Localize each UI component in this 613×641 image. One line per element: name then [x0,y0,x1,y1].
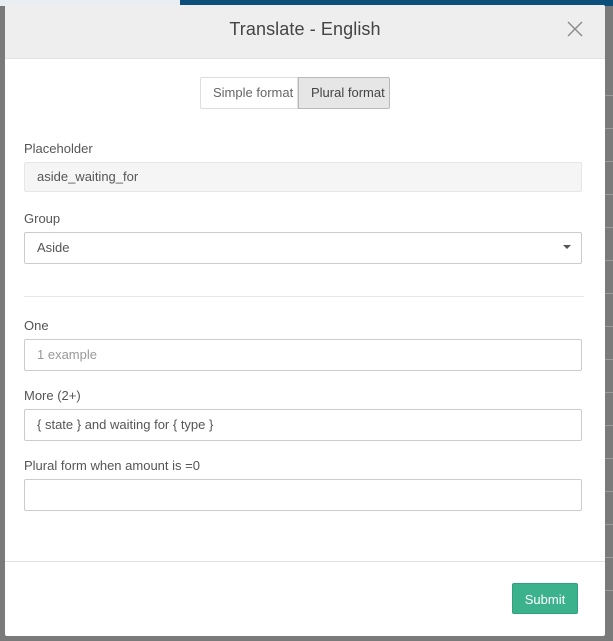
one-label: One [24,318,49,333]
one-input-placeholder: 1 example [37,347,97,362]
section-divider [24,296,584,297]
placeholder-field: aside_waiting_for [24,162,582,192]
submit-button[interactable]: Submit [512,583,578,614]
more-input-value: { state } and waiting for { type } [37,417,214,432]
close-icon[interactable] [566,20,584,38]
format-toggle: Simple format Plural format [200,77,390,109]
zero-label: Plural form when amount is =0 [24,458,200,473]
placeholder-label: Placeholder [24,141,93,156]
group-select-value: Aside [37,240,70,255]
modal-header: Translate - English [5,5,605,59]
group-select[interactable]: Aside [24,232,582,264]
one-input[interactable]: 1 example [24,339,582,371]
placeholder-value: aside_waiting_for [37,169,139,184]
footer-divider [5,561,605,562]
more-label: More (2+) [24,388,81,403]
modal-title: Translate - English [229,19,381,39]
plural-format-button[interactable]: Plural format [298,77,390,109]
simple-format-button[interactable]: Simple format [200,77,298,109]
zero-input[interactable] [24,479,582,511]
more-input[interactable]: { state } and waiting for { type } [24,409,582,441]
caret-down-icon [563,245,571,249]
translate-modal: Translate - English Simple format Plural… [5,5,605,636]
group-label: Group [24,211,61,226]
